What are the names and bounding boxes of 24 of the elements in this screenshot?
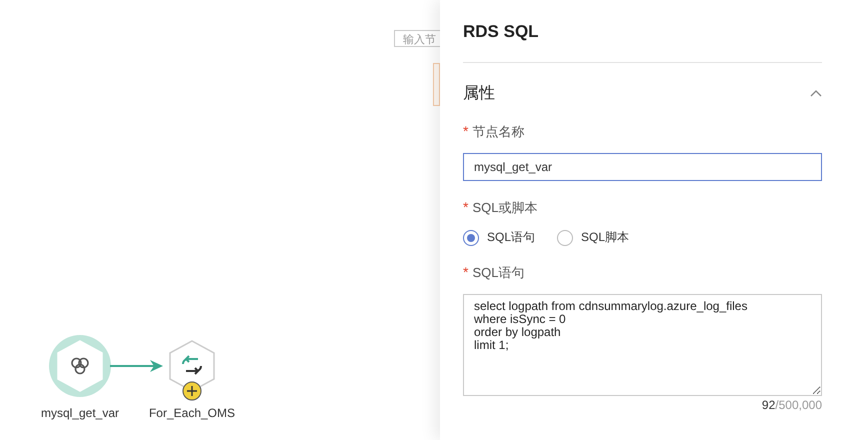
add-icon bbox=[182, 382, 202, 400]
field-label: SQL或脚本 bbox=[472, 199, 538, 217]
sql-text-area[interactable]: select logpath from cdnsummarylog.azure_log_files where isSync = 0 order by logpath limit 1; bbox=[463, 294, 822, 396]
radio-option[interactable]: SQL语句 bbox=[463, 229, 536, 246]
input-field[interactable]: mysql_get_var bbox=[463, 153, 822, 181]
section-header[interactable]: 属性 bbox=[463, 81, 822, 105]
node-label: mysql_get_var bbox=[40, 406, 120, 420]
required-mark: * bbox=[463, 199, 468, 215]
radio-option[interactable]: SQL脚本 bbox=[557, 229, 630, 246]
chevron-icon bbox=[810, 89, 822, 97]
notice-card bbox=[433, 63, 440, 106]
required-mark: * bbox=[463, 123, 468, 139]
field-label: SQL语句 bbox=[472, 264, 524, 282]
loop-icon bbox=[180, 355, 204, 375]
required-mark: * bbox=[463, 264, 468, 280]
char-limit: /500,000 bbox=[775, 398, 822, 412]
radio-icon[interactable] bbox=[557, 230, 574, 246]
node-label: For_Each_OMS bbox=[148, 406, 236, 420]
char-count: 92 bbox=[762, 398, 776, 412]
panel-title: RDS SQL bbox=[463, 21, 540, 43]
circles-icon bbox=[69, 355, 91, 377]
field-label: 节点名称 bbox=[472, 123, 524, 141]
connector-arrow bbox=[110, 359, 164, 373]
radio-icon[interactable] bbox=[463, 230, 479, 246]
